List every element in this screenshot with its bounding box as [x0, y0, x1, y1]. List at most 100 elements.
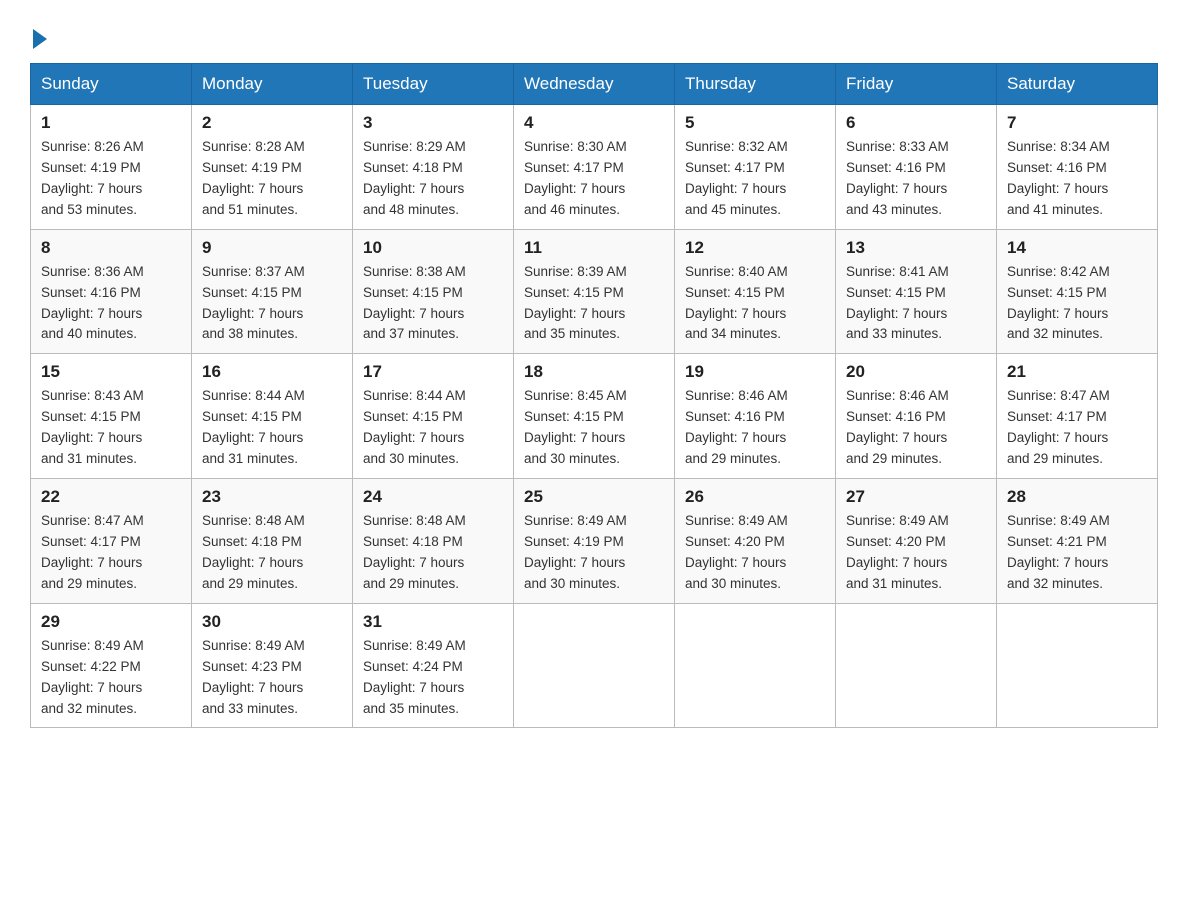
logo: [30, 25, 47, 45]
day-number: 11: [524, 238, 664, 258]
calendar-cell: 31 Sunrise: 8:49 AMSunset: 4:24 PMDayligh…: [353, 603, 514, 728]
day-info: Sunrise: 8:40 AMSunset: 4:15 PMDaylight:…: [685, 262, 825, 346]
calendar-cell: 30 Sunrise: 8:49 AMSunset: 4:23 PMDayligh…: [192, 603, 353, 728]
day-number: 1: [41, 113, 181, 133]
weekday-header-row: SundayMondayTuesdayWednesdayThursdayFrid…: [31, 64, 1158, 105]
day-info: Sunrise: 8:43 AMSunset: 4:15 PMDaylight:…: [41, 386, 181, 470]
day-number: 22: [41, 487, 181, 507]
day-info: Sunrise: 8:48 AMSunset: 4:18 PMDaylight:…: [202, 511, 342, 595]
logo-arrow-icon: [33, 29, 47, 49]
day-info: Sunrise: 8:49 AMSunset: 4:20 PMDaylight:…: [846, 511, 986, 595]
day-info: Sunrise: 8:42 AMSunset: 4:15 PMDaylight:…: [1007, 262, 1147, 346]
calendar-cell: [836, 603, 997, 728]
day-info: Sunrise: 8:39 AMSunset: 4:15 PMDaylight:…: [524, 262, 664, 346]
calendar-cell: 16Sunrise: 8:44 AMSunset: 4:15 PMDayligh…: [192, 354, 353, 479]
day-info: Sunrise: 8:49 AMSunset: 4:22 PMDaylight:…: [41, 636, 181, 720]
weekday-header-thursday: Thursday: [675, 64, 836, 105]
weekday-header-wednesday: Wednesday: [514, 64, 675, 105]
weekday-header-saturday: Saturday: [997, 64, 1158, 105]
day-info: Sunrise: 8:49 AMSunset: 4:20 PMDaylight:…: [685, 511, 825, 595]
calendar-cell: 27 Sunrise: 8:49 AMSunset: 4:20 PMDayligh…: [836, 479, 997, 604]
day-number: 5: [685, 113, 825, 133]
calendar-cell: 22 Sunrise: 8:47 AMSunset: 4:17 PMDayligh…: [31, 479, 192, 604]
day-info: Sunrise: 8:49 AMSunset: 4:23 PMDaylight:…: [202, 636, 342, 720]
calendar-cell: 25 Sunrise: 8:49 AMSunset: 4:19 PMDayligh…: [514, 479, 675, 604]
day-number: 28: [1007, 487, 1147, 507]
calendar-cell: 17 Sunrise: 8:44 AMSunset: 4:15 PMDayligh…: [353, 354, 514, 479]
day-number: 23: [202, 487, 342, 507]
day-number: 20: [846, 362, 986, 382]
day-info: Sunrise: 8:49 AMSunset: 4:21 PMDaylight:…: [1007, 511, 1147, 595]
day-info: Sunrise: 8:49 AMSunset: 4:19 PMDaylight:…: [524, 511, 664, 595]
calendar-cell: 28 Sunrise: 8:49 AMSunset: 4:21 PMDayligh…: [997, 479, 1158, 604]
day-info: Sunrise: 8:47 AMSunset: 4:17 PMDaylight:…: [41, 511, 181, 595]
day-number: 14: [1007, 238, 1147, 258]
day-number: 19: [685, 362, 825, 382]
day-info: Sunrise: 8:48 AMSunset: 4:18 PMDaylight:…: [363, 511, 503, 595]
calendar-cell: 29 Sunrise: 8:49 AMSunset: 4:22 PMDayligh…: [31, 603, 192, 728]
day-info: Sunrise: 8:41 AMSunset: 4:15 PMDaylight:…: [846, 262, 986, 346]
calendar-week-row: 1 Sunrise: 8:26 AMSunset: 4:19 PMDaylight…: [31, 105, 1158, 230]
day-number: 25: [524, 487, 664, 507]
day-info: Sunrise: 8:47 AMSunset: 4:17 PMDaylight:…: [1007, 386, 1147, 470]
day-info: Sunrise: 8:28 AMSunset: 4:19 PMDaylight:…: [202, 137, 342, 221]
calendar-cell: [514, 603, 675, 728]
calendar-table: SundayMondayTuesdayWednesdayThursdayFrid…: [30, 63, 1158, 728]
weekday-header-friday: Friday: [836, 64, 997, 105]
day-number: 2: [202, 113, 342, 133]
weekday-header-monday: Monday: [192, 64, 353, 105]
day-number: 30: [202, 612, 342, 632]
calendar-cell: 26 Sunrise: 8:49 AMSunset: 4:20 PMDayligh…: [675, 479, 836, 604]
day-number: 18: [524, 362, 664, 382]
calendar-cell: 14 Sunrise: 8:42 AMSunset: 4:15 PMDayligh…: [997, 229, 1158, 354]
calendar-cell: 19 Sunrise: 8:46 AMSunset: 4:16 PMDayligh…: [675, 354, 836, 479]
day-info: Sunrise: 8:45 AMSunset: 4:15 PMDaylight:…: [524, 386, 664, 470]
day-info: Sunrise: 8:44 AMSunset: 4:15 PMDaylight:…: [363, 386, 503, 470]
calendar-cell: 24 Sunrise: 8:48 AMSunset: 4:18 PMDayligh…: [353, 479, 514, 604]
calendar-cell: 9 Sunrise: 8:37 AMSunset: 4:15 PMDaylight…: [192, 229, 353, 354]
page-header: [30, 20, 1158, 45]
day-number: 6: [846, 113, 986, 133]
day-number: 7: [1007, 113, 1147, 133]
calendar-cell: 2 Sunrise: 8:28 AMSunset: 4:19 PMDaylight…: [192, 105, 353, 230]
calendar-cell: 10 Sunrise: 8:38 AMSunset: 4:15 PMDayligh…: [353, 229, 514, 354]
day-info: Sunrise: 8:46 AMSunset: 4:16 PMDaylight:…: [685, 386, 825, 470]
day-info: Sunrise: 8:26 AMSunset: 4:19 PMDaylight:…: [41, 137, 181, 221]
day-number: 4: [524, 113, 664, 133]
day-number: 3: [363, 113, 503, 133]
day-number: 10: [363, 238, 503, 258]
calendar-cell: 20Sunrise: 8:46 AMSunset: 4:16 PMDayligh…: [836, 354, 997, 479]
day-number: 31: [363, 612, 503, 632]
calendar-cell: 13 Sunrise: 8:41 AMSunset: 4:15 PMDayligh…: [836, 229, 997, 354]
calendar-week-row: 8Sunrise: 8:36 AMSunset: 4:16 PMDaylight…: [31, 229, 1158, 354]
day-info: Sunrise: 8:32 AMSunset: 4:17 PMDaylight:…: [685, 137, 825, 221]
day-number: 29: [41, 612, 181, 632]
day-number: 26: [685, 487, 825, 507]
calendar-week-row: 15 Sunrise: 8:43 AMSunset: 4:15 PMDayligh…: [31, 354, 1158, 479]
calendar-cell: 1 Sunrise: 8:26 AMSunset: 4:19 PMDaylight…: [31, 105, 192, 230]
calendar-cell: [997, 603, 1158, 728]
weekday-header-sunday: Sunday: [31, 64, 192, 105]
calendar-cell: 5 Sunrise: 8:32 AMSunset: 4:17 PMDaylight…: [675, 105, 836, 230]
calendar-cell: 7Sunrise: 8:34 AMSunset: 4:16 PMDaylight…: [997, 105, 1158, 230]
day-number: 13: [846, 238, 986, 258]
calendar-week-row: 22 Sunrise: 8:47 AMSunset: 4:17 PMDayligh…: [31, 479, 1158, 604]
calendar-cell: 21Sunrise: 8:47 AMSunset: 4:17 PMDayligh…: [997, 354, 1158, 479]
day-number: 12: [685, 238, 825, 258]
day-number: 27: [846, 487, 986, 507]
day-info: Sunrise: 8:49 AMSunset: 4:24 PMDaylight:…: [363, 636, 503, 720]
day-info: Sunrise: 8:33 AMSunset: 4:16 PMDaylight:…: [846, 137, 986, 221]
day-info: Sunrise: 8:30 AMSunset: 4:17 PMDaylight:…: [524, 137, 664, 221]
day-number: 8: [41, 238, 181, 258]
day-number: 24: [363, 487, 503, 507]
day-info: Sunrise: 8:38 AMSunset: 4:15 PMDaylight:…: [363, 262, 503, 346]
calendar-cell: 4 Sunrise: 8:30 AMSunset: 4:17 PMDaylight…: [514, 105, 675, 230]
day-number: 15: [41, 362, 181, 382]
calendar-cell: 3Sunrise: 8:29 AMSunset: 4:18 PMDaylight…: [353, 105, 514, 230]
calendar-cell: 6 Sunrise: 8:33 AMSunset: 4:16 PMDaylight…: [836, 105, 997, 230]
day-number: 9: [202, 238, 342, 258]
day-info: Sunrise: 8:37 AMSunset: 4:15 PMDaylight:…: [202, 262, 342, 346]
calendar-cell: 18 Sunrise: 8:45 AMSunset: 4:15 PMDayligh…: [514, 354, 675, 479]
day-info: Sunrise: 8:44 AMSunset: 4:15 PMDaylight:…: [202, 386, 342, 470]
day-number: 17: [363, 362, 503, 382]
